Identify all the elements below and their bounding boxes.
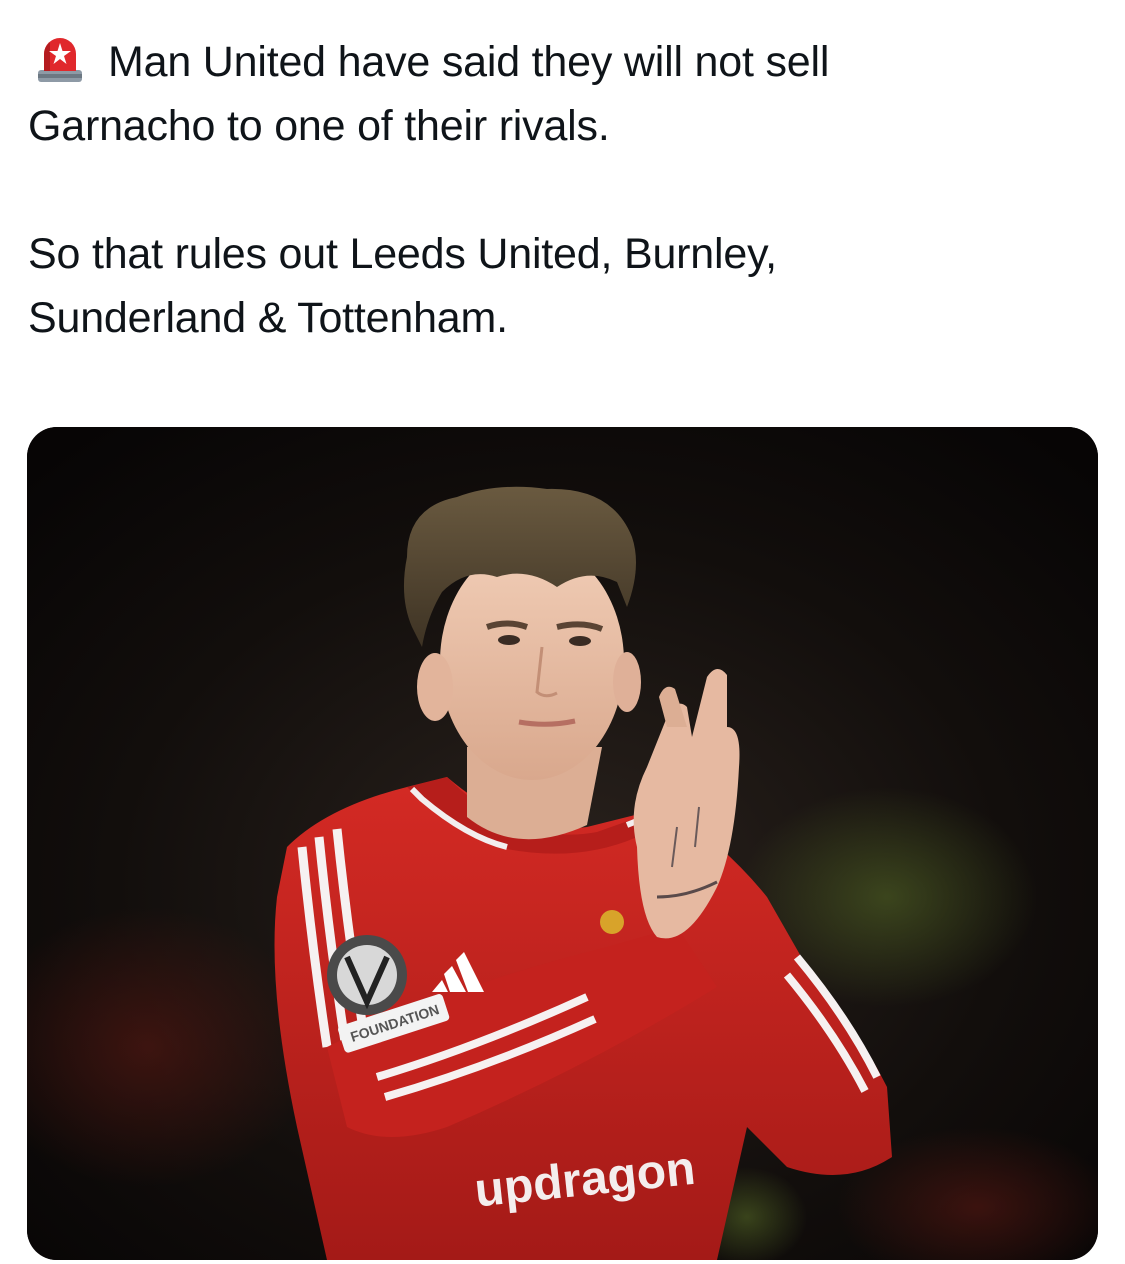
tweet-line-1: Man United have said they will not sell bbox=[28, 30, 1098, 94]
tweet-line-2: Garnacho to one of their rivals. bbox=[28, 102, 610, 150]
player-photo: FOUNDATION updragon bbox=[27, 427, 1098, 1260]
tweet-text: Man United have said they will not sell … bbox=[28, 30, 1098, 350]
tweet-line-4: Sunderland & Tottenham. bbox=[28, 294, 508, 342]
tweet-photo[interactable]: FOUNDATION updragon bbox=[27, 427, 1098, 1260]
police-car-light-icon bbox=[36, 34, 84, 84]
tweet-line-3: So that rules out Leeds United, Burnley, bbox=[28, 230, 777, 278]
